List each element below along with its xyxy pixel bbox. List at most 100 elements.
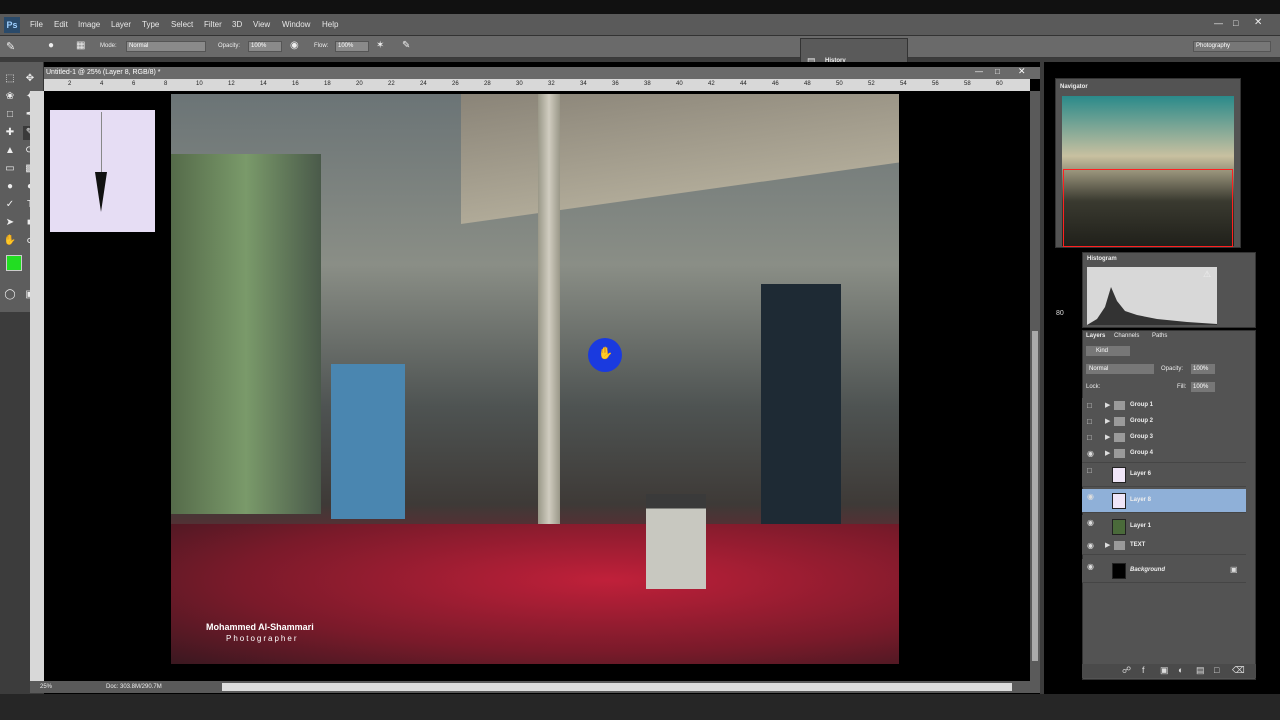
brush-icon[interactable]: ✎ [6, 40, 15, 53]
airbrush-icon[interactable]: ✶ [376, 40, 384, 51]
doc-minimize-icon[interactable]: — [975, 67, 983, 76]
visibility-eye-icon[interactable]: ◉ [1087, 492, 1094, 501]
tab-channels[interactable]: Channels [1114, 333, 1139, 339]
visibility-eye-icon[interactable]: ◉ [1087, 518, 1094, 527]
layer-name[interactable]: Group 4 [1130, 450, 1153, 456]
visibility-eye-icon[interactable]: □ [1087, 417, 1092, 426]
menu-edit[interactable]: Edit [54, 20, 68, 29]
navigator-zoom[interactable]: 80 [1056, 310, 1064, 317]
layer-row[interactable]: ◉ Background ▣ [1082, 559, 1246, 583]
blend-mode-select[interactable]: Normal [1086, 364, 1154, 374]
layer-name[interactable]: Background [1130, 567, 1165, 573]
layer-row[interactable]: □ ▶ Group 3 [1082, 430, 1246, 447]
clone-stamp-icon[interactable]: ▲ [3, 144, 17, 158]
adjustment-icon[interactable]: ◐ [1178, 665, 1183, 675]
trash-icon[interactable]: ⌫ [1232, 665, 1245, 676]
vertical-scrollbar[interactable] [1030, 91, 1040, 681]
menu-help[interactable]: Help [322, 20, 338, 29]
layer-row[interactable]: □ Layer 6 [1082, 463, 1246, 487]
opacity-input[interactable]: 100% [248, 41, 282, 52]
new-layer-icon[interactable]: □ [1214, 665, 1219, 675]
close-icon[interactable]: ✕ [1254, 17, 1262, 28]
visibility-eye-icon[interactable]: ◉ [1087, 562, 1094, 571]
pressure-opacity-icon[interactable]: ◉ [290, 40, 299, 51]
crop-tool-icon[interactable]: □ [3, 108, 17, 122]
layer-name[interactable]: Group 1 [1130, 402, 1153, 408]
menu-select[interactable]: Select [171, 20, 193, 29]
tab-paths[interactable]: Paths [1152, 333, 1167, 339]
ruler-tick: 36 [612, 81, 619, 87]
brush-size-icon[interactable]: ● [48, 40, 54, 51]
flow-input[interactable]: 100% [335, 41, 369, 52]
layer-row[interactable]: □ ▶ Group 2 [1082, 414, 1246, 431]
warning-icon[interactable]: ⚠ [1203, 269, 1211, 280]
new-group-icon[interactable]: ▤ [1196, 665, 1205, 676]
layer-name[interactable]: TEXT [1130, 542, 1145, 548]
visibility-eye-icon[interactable]: □ [1087, 401, 1092, 410]
blur-tool-icon[interactable]: ● [3, 180, 17, 194]
link-layers-icon[interactable]: ☍ [1122, 665, 1131, 676]
group-expand-icon[interactable]: ▶ [1105, 401, 1110, 409]
histogram-title[interactable]: Histogram [1087, 256, 1117, 262]
doc-close-icon[interactable]: ✕ [1018, 66, 1026, 77]
group-expand-icon[interactable]: ▶ [1105, 541, 1110, 549]
marquee-tool-icon[interactable]: ⬚ [3, 72, 17, 86]
menu-3d[interactable]: 3D [232, 20, 242, 29]
layers-footer: ☍ f ▣ ◐ ▤ □ ⌫ [1082, 664, 1256, 678]
layer-name[interactable]: Group 3 [1130, 434, 1153, 440]
group-expand-icon[interactable]: ▶ [1105, 433, 1110, 441]
fill-input[interactable]: 100% [1191, 382, 1215, 392]
hand-tool-icon[interactable]: ✋ [3, 234, 17, 248]
menu-window[interactable]: Window [282, 20, 310, 29]
menu-file[interactable]: File [30, 20, 43, 29]
zoom-level[interactable]: 25% [40, 684, 52, 690]
layer-name[interactable]: Layer 1 [1130, 523, 1151, 529]
minimize-icon[interactable]: — [1214, 18, 1223, 28]
visibility-eye-icon[interactable]: □ [1087, 466, 1092, 475]
pressure-size-icon[interactable]: ✎ [402, 40, 410, 51]
visibility-eye-icon[interactable]: ◉ [1087, 541, 1094, 550]
document-tab[interactable]: Untitled-1 @ 25% (Layer 8, RGB/8) * [44, 67, 1040, 79]
lasso-tool-icon[interactable]: ❀ [3, 90, 17, 104]
foreground-color-swatch[interactable] [6, 255, 22, 271]
layer-name[interactable]: Layer 6 [1130, 471, 1151, 477]
fx-icon[interactable]: f [1142, 665, 1145, 675]
group-expand-icon[interactable]: ▶ [1105, 417, 1110, 425]
layer-row[interactable]: ◉ Layer 1 [1082, 515, 1246, 539]
visibility-eye-icon[interactable]: □ [1087, 433, 1092, 442]
doc-info[interactable]: Doc: 303.8M/290.7M [106, 684, 162, 690]
menu-filter[interactable]: Filter [204, 20, 222, 29]
eraser-icon[interactable]: ▭ [3, 162, 17, 176]
layer-row[interactable]: ◉ ▶ TEXT [1082, 538, 1246, 555]
workspace-select[interactable]: Photography [1193, 41, 1271, 52]
menu-image[interactable]: Image [78, 20, 100, 29]
maximize-icon[interactable]: □ [1233, 18, 1238, 28]
doc-restore-icon[interactable]: □ [995, 67, 1000, 76]
horizontal-scrollbar[interactable] [222, 683, 1012, 691]
layer-row[interactable]: ◉ Layer 8 [1082, 489, 1246, 513]
mode-select[interactable]: Normal [126, 41, 206, 52]
menu-view[interactable]: View [253, 20, 270, 29]
path-select-icon[interactable]: ➤ [3, 216, 17, 230]
layers-opacity-input[interactable]: 100% [1191, 364, 1215, 374]
quick-mask-icon[interactable]: ◯ [3, 288, 17, 302]
vertical-scroll-thumb[interactable] [1032, 331, 1038, 661]
layer-name[interactable]: Group 2 [1130, 418, 1153, 424]
visibility-eye-icon[interactable]: ◉ [1087, 449, 1094, 458]
navigator-title[interactable]: Navigator [1060, 84, 1088, 90]
menu-layer[interactable]: Layer [111, 20, 131, 29]
menu-type[interactable]: Type [142, 20, 159, 29]
layer-row[interactable]: ◉ ▶ Group 4 [1082, 446, 1246, 463]
mask-icon[interactable]: ▣ [1160, 665, 1169, 676]
navigator-view-box[interactable] [1063, 169, 1233, 247]
layer-thumbnail [1112, 467, 1126, 483]
pen-tool-icon[interactable]: ✓ [3, 198, 17, 212]
layer-row[interactable]: □ ▶ Group 1 [1082, 398, 1246, 415]
move-tool-icon[interactable]: ✥ [23, 72, 37, 86]
tab-layers[interactable]: Layers [1086, 333, 1105, 339]
kind-filter[interactable]: Kind [1086, 346, 1130, 356]
healing-brush-icon[interactable]: ✚ [3, 126, 17, 140]
layer-name[interactable]: Layer 8 [1130, 497, 1151, 503]
brush-panel-icon[interactable]: ▦ [76, 40, 85, 51]
group-expand-icon[interactable]: ▶ [1105, 449, 1110, 457]
